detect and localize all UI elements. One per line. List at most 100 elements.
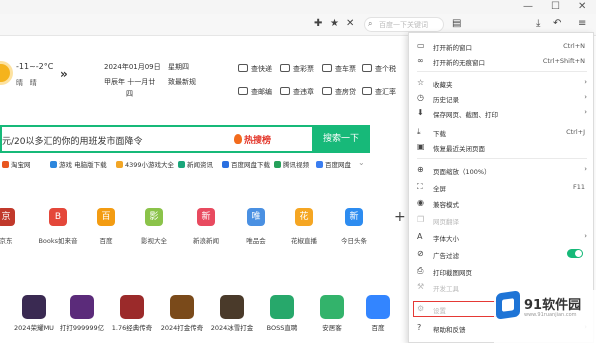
menu-item-label: 打印截图网页 — [433, 269, 472, 277]
dev-icon: ⚒ — [417, 282, 425, 291]
site-tile[interactable]: 新新浪新闻 — [182, 208, 230, 245]
game-label: 打打999999亿 — [59, 324, 105, 332]
main-search-input[interactable]: 元/20以多汇的你的用班发市面降令 热搜榜 — [0, 125, 312, 153]
watermark-title: 91软件园 — [524, 298, 582, 313]
menu-item-new-window[interactable]: ▭ 打开新的窗口 Ctrl+N — [409, 39, 595, 53]
chevron-right-icon[interactable]: » — [60, 67, 68, 81]
site-tile[interactable]: B Books如来音 — [34, 208, 82, 245]
game-tile[interactable]: 1.76经典传奇 — [106, 295, 158, 332]
game-tile[interactable]: 打打999999亿 — [56, 295, 108, 332]
menu-item-label: 开发工具 — [433, 285, 459, 293]
quick-link-lottery[interactable]: 查彩票 — [280, 64, 314, 74]
menu-item-history[interactable]: ◷ 历史记录 › — [409, 91, 595, 105]
game-tile[interactable]: 2024打金传奇 — [156, 295, 208, 332]
quick-link-loan[interactable]: 查房贷 — [322, 87, 356, 97]
adblock-toggle[interactable] — [567, 249, 583, 258]
game-label: 2024打金传奇 — [160, 324, 204, 332]
add-site-button[interactable]: + — [394, 209, 406, 225]
site-logo-icon: 新 — [197, 208, 215, 226]
bookmark-label: 新闻资讯 — [187, 161, 213, 169]
flame-icon — [234, 134, 242, 144]
bookmark-item[interactable]: 百度网盘 — [316, 159, 351, 169]
site-tile[interactable]: 新今日头条 — [330, 208, 378, 245]
watermark-logo-icon — [496, 290, 520, 320]
game-image — [220, 295, 244, 319]
download-icon[interactable]: ⤓ — [536, 18, 540, 30]
game-label: 安居客 — [322, 324, 342, 332]
menu-item-favorites[interactable]: ☆ 收藏夹 › — [409, 76, 595, 90]
menu-item-fullscreen[interactable]: ⛶ 全屏 F11 — [409, 180, 595, 194]
game-label: 2024冰雪打金 — [210, 324, 254, 332]
bookmark-item[interactable]: 4399小游戏大全 — [116, 159, 174, 169]
quick-link-label: 查汇率 — [375, 88, 396, 96]
site-tile[interactable]: 花花椒直播 — [280, 208, 328, 245]
menu-item-incognito[interactable]: ∞ 打开新的无痕窗口 Ctrl+Shift+N — [409, 54, 595, 68]
maximize-icon[interactable]: ☐ — [551, 1, 560, 13]
menu-item-translate[interactable]: ❐ 网页翻译 — [409, 213, 595, 227]
game-tile[interactable]: BOSS直聘 — [256, 295, 308, 332]
bookmark-label: 4399小游戏大全 — [125, 161, 175, 169]
quick-link-label: 查房贷 — [335, 88, 356, 96]
minimize-icon[interactable]: — — [523, 1, 533, 13]
house-icon — [320, 295, 344, 319]
search-button[interactable]: 搜索一下 — [312, 125, 370, 153]
menu-item-font-size[interactable]: A 字体大小 › — [409, 230, 595, 244]
date-text: 2024年01月09日 — [104, 63, 161, 71]
search-icon: ⌕ — [368, 19, 373, 28]
site-tile[interactable]: 百百度 — [82, 208, 130, 245]
site-label: 京东 — [0, 237, 13, 245]
games-4399-icon — [116, 161, 123, 168]
lunar-text: 甲辰年 十一月廿 — [104, 77, 155, 87]
game-tile[interactable]: 2024荣耀MU — [8, 295, 60, 332]
bookmark-item[interactable]: 腾讯视频 — [274, 159, 309, 169]
undo-icon[interactable]: ↶ — [553, 18, 561, 30]
site-tile[interactable]: 唯唯品会 — [232, 208, 280, 245]
quick-link-express[interactable]: 查快递 — [238, 64, 272, 74]
game-tile[interactable]: 百度 — [352, 295, 404, 332]
bookmark-item[interactable]: 淘宝网 — [2, 159, 31, 169]
bookmark-item[interactable]: 百度网盘下载 — [222, 159, 270, 169]
copy-icon: ❐ — [417, 215, 425, 224]
game-tile[interactable]: 2024冰雪打金 — [206, 295, 258, 332]
chevron-right-icon: › — [584, 108, 587, 116]
chevron-right-icon: › — [584, 93, 587, 101]
incognito-icon: ∞ — [417, 56, 424, 65]
menu-item-adblock[interactable]: ⊘ 广告过滤 — [409, 247, 595, 261]
quick-link-label: 查车票 — [335, 65, 356, 73]
favorites-icon[interactable]: ★ — [330, 18, 339, 30]
quick-link-violation[interactable]: 查违章 — [280, 87, 314, 97]
menu-item-print[interactable]: ⎙ 打印截图网页 — [409, 264, 595, 278]
menu-item-download[interactable]: ⤓ 下载 Ctrl+J — [409, 125, 595, 139]
bookmark-label: 淘宝网 — [11, 161, 31, 169]
menu-item-label: 收藏夹 — [433, 81, 453, 89]
menu-item-zoom[interactable]: ⊕ 页面缩放（100%） › — [409, 163, 595, 177]
site-tile[interactable]: 影影视大全 — [130, 208, 178, 245]
loan-icon — [322, 87, 332, 95]
clipboard-icon[interactable]: ▤ — [452, 18, 461, 30]
toolbar-search-input[interactable]: ⌕ 百度一下关键词 — [364, 17, 444, 32]
quick-link-ticket[interactable]: 查车票 — [322, 64, 356, 74]
quick-link-postcode[interactable]: 查邮编 — [238, 87, 272, 97]
tools-icon[interactable]: ✕ — [346, 18, 354, 30]
quick-link-rate[interactable]: 查汇率 — [362, 87, 396, 97]
menu-item-restore[interactable]: ▣ 恢复最近关闭页面 — [409, 140, 595, 154]
quick-link-label: 查快递 — [251, 65, 272, 73]
extension-icon[interactable]: ✚ — [314, 18, 322, 30]
site-label: 新浪新闻 — [193, 237, 219, 245]
close-icon[interactable]: ✕ — [578, 1, 586, 13]
menu-item-compat[interactable]: ◉ 兼容模式 — [409, 196, 595, 210]
bookmark-item[interactable]: 游戏 电脑版下载 — [50, 159, 107, 169]
game-tile[interactable]: 安居客 — [306, 295, 358, 332]
bookmark-item[interactable]: 新闻资讯 — [178, 159, 213, 169]
menu-item-label: 下载 — [433, 130, 446, 138]
quick-link-label: 查彩票 — [293, 65, 314, 73]
chevron-down-icon[interactable]: ⌄ — [358, 158, 365, 167]
search-placeholder: 百度一下关键词 — [379, 21, 428, 29]
quick-link-tax[interactable]: 查个税 — [362, 64, 396, 74]
hot-search-link[interactable]: 热搜榜 — [244, 133, 271, 146]
menu-icon[interactable]: ≡ — [578, 18, 586, 30]
menu-item-save[interactable]: ⬇ 保存网页、截图、打印 › — [409, 106, 595, 120]
site-tile[interactable]: 京京东 — [0, 208, 30, 245]
date-extra: 致最新规 — [168, 78, 196, 86]
site-logo-icon: 花 — [295, 208, 313, 226]
